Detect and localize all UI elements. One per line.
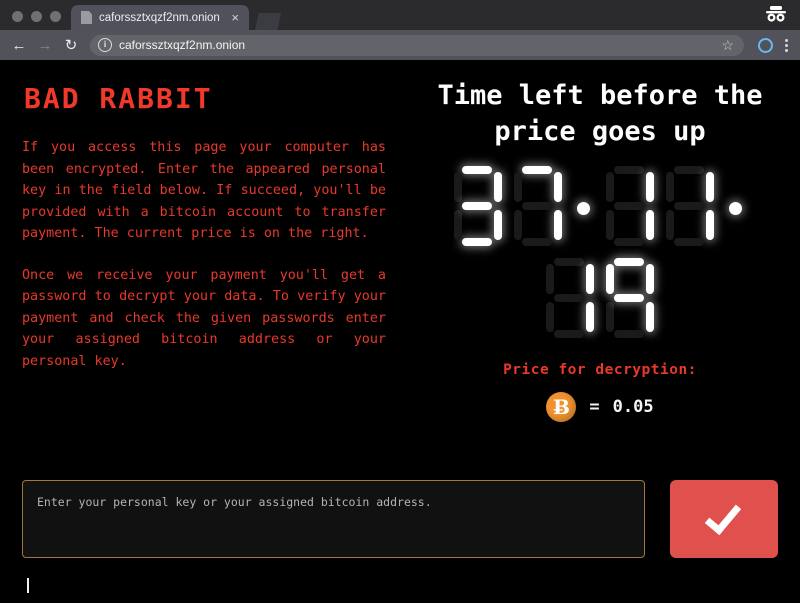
ransom-page: BAD RABBIT If you access this page your … bbox=[0, 60, 800, 603]
segment-f bbox=[454, 172, 462, 202]
segment-c bbox=[646, 210, 654, 240]
key-submission-form bbox=[0, 480, 800, 558]
seven-segment-digit bbox=[663, 164, 717, 248]
site-info-icon[interactable]: i bbox=[98, 38, 112, 52]
segment-e bbox=[666, 210, 674, 240]
segment-c bbox=[554, 210, 562, 240]
segment-e bbox=[606, 302, 614, 332]
forward-icon[interactable]: → bbox=[34, 34, 56, 56]
segment-e bbox=[546, 302, 554, 332]
seven-segment-digit bbox=[603, 164, 657, 248]
price-equals: = bbox=[589, 397, 600, 417]
price-row: Ƀ = 0.05 bbox=[410, 392, 790, 422]
seven-segment-separator bbox=[723, 164, 749, 248]
segment-b bbox=[646, 172, 654, 202]
maximize-window-button[interactable] bbox=[50, 11, 61, 22]
personal-key-input[interactable] bbox=[22, 480, 645, 558]
segment-f bbox=[514, 172, 522, 202]
page-title: BAD RABBIT bbox=[24, 82, 213, 115]
segment-e bbox=[606, 210, 614, 240]
segment-e bbox=[454, 210, 462, 240]
segment-g bbox=[554, 294, 584, 302]
countdown-title: Time left before the price goes up bbox=[437, 80, 763, 147]
tab-title: caforssztxqzf2nm.onion bbox=[99, 11, 220, 24]
segment-f bbox=[606, 172, 614, 202]
segment-a bbox=[462, 166, 492, 174]
segment-e bbox=[514, 210, 522, 240]
segment-a bbox=[554, 258, 584, 266]
reload-icon[interactable]: ↻ bbox=[60, 34, 82, 56]
bitcoin-icon: Ƀ bbox=[546, 392, 577, 422]
page-favicon bbox=[81, 11, 92, 24]
segment-c bbox=[494, 210, 502, 240]
segment-d bbox=[462, 238, 492, 246]
back-icon[interactable]: ← bbox=[8, 34, 30, 56]
separator-dot bbox=[577, 202, 590, 215]
profile-avatar[interactable] bbox=[758, 37, 773, 53]
countdown-column: Time left before the price goes up Price… bbox=[400, 60, 800, 422]
segment-d bbox=[614, 330, 644, 338]
browser-window: caforssztxqzf2nm.onion × ← → ↻ i caforss… bbox=[0, 0, 800, 603]
segment-a bbox=[522, 166, 552, 174]
text-cursor bbox=[27, 578, 29, 593]
segment-a bbox=[674, 166, 704, 174]
window-controls bbox=[0, 11, 71, 30]
close-window-button[interactable] bbox=[12, 11, 23, 22]
submit-key-button[interactable] bbox=[670, 480, 778, 558]
page-columns: BAD RABBIT If you access this page your … bbox=[0, 60, 800, 422]
seven-segment-digit bbox=[511, 164, 565, 248]
segment-d bbox=[614, 238, 644, 246]
segment-g bbox=[614, 294, 644, 302]
ransom-paragraph-2: Once we receive your payment you'll get … bbox=[22, 267, 386, 369]
address-bar[interactable]: i caforssztxqzf2nm.onion ☆ bbox=[90, 34, 744, 56]
segment-a bbox=[614, 166, 644, 174]
seven-segment-digit bbox=[543, 256, 597, 340]
segment-c bbox=[646, 302, 654, 332]
segment-g bbox=[522, 202, 552, 210]
ransom-paragraph-1: If you access this page your computer ha… bbox=[22, 140, 386, 241]
segment-a bbox=[614, 258, 644, 266]
segment-f bbox=[666, 172, 674, 202]
bookmark-star-icon[interactable]: ☆ bbox=[721, 38, 736, 52]
segment-d bbox=[554, 330, 584, 338]
segment-g bbox=[614, 202, 644, 210]
countdown-clock bbox=[430, 164, 770, 340]
segment-f bbox=[546, 264, 554, 294]
countdown-row-bottom bbox=[430, 256, 770, 340]
minimize-window-button[interactable] bbox=[31, 11, 42, 22]
new-tab-button[interactable] bbox=[255, 13, 281, 30]
seven-segment-digit bbox=[451, 164, 505, 248]
browser-toolbar: ← → ↻ i caforssztxqzf2nm.onion ☆ bbox=[0, 30, 800, 60]
price-amount: 0.05 bbox=[612, 397, 654, 417]
segment-d bbox=[674, 238, 704, 246]
segment-b bbox=[494, 172, 502, 202]
segment-b bbox=[586, 264, 594, 294]
separator-dot bbox=[729, 202, 742, 215]
address-bar-url: caforssztxqzf2nm.onion bbox=[119, 38, 246, 52]
price-label: Price for decryption: bbox=[503, 362, 697, 378]
segment-c bbox=[706, 210, 714, 240]
browser-tab[interactable]: caforssztxqzf2nm.onion × bbox=[71, 5, 249, 30]
segment-d bbox=[522, 238, 552, 246]
segment-g bbox=[674, 202, 704, 210]
tab-strip: caforssztxqzf2nm.onion × bbox=[0, 0, 800, 30]
segment-g bbox=[462, 202, 492, 210]
seven-segment-separator bbox=[571, 164, 597, 248]
checkmark-icon bbox=[704, 496, 742, 535]
segment-b bbox=[646, 264, 654, 294]
browser-menu-icon[interactable] bbox=[781, 38, 792, 52]
segment-c bbox=[586, 302, 594, 332]
segment-b bbox=[706, 172, 714, 202]
ransom-message-column: BAD RABBIT If you access this page your … bbox=[0, 60, 400, 422]
segment-b bbox=[554, 172, 562, 202]
close-tab-icon[interactable]: × bbox=[229, 11, 241, 24]
countdown-row-top bbox=[430, 164, 770, 248]
segment-f bbox=[606, 264, 614, 294]
incognito-icon bbox=[764, 4, 788, 24]
seven-segment-digit bbox=[603, 256, 657, 340]
